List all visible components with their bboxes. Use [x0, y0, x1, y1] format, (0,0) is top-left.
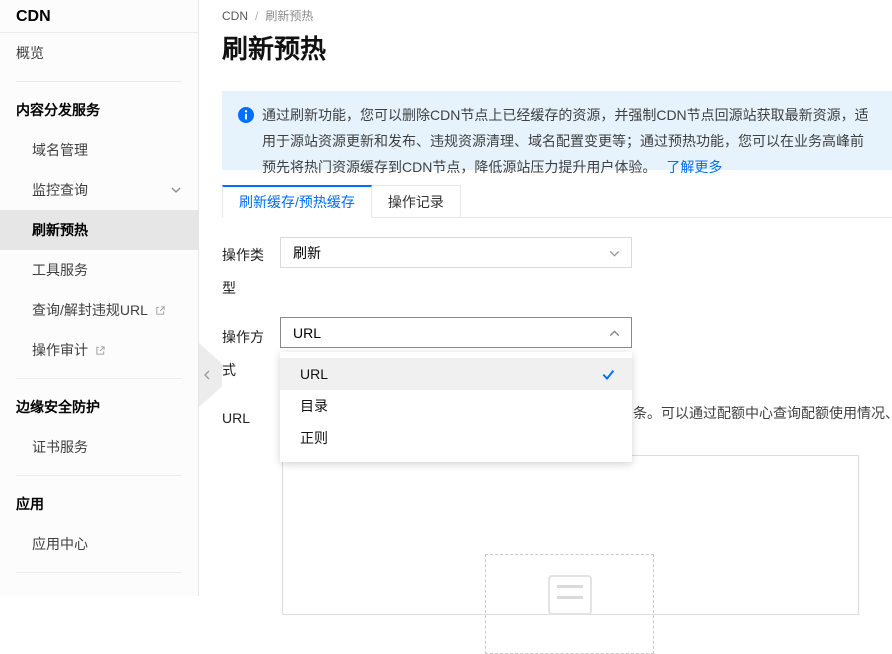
info-icon — [238, 107, 254, 123]
dropdown-option-directory[interactable]: 目录 — [280, 390, 632, 422]
sidebar-item-label: 域名管理 — [32, 140, 88, 160]
sidebar-item-label: 查询/解封违规URL — [32, 300, 148, 320]
product-title: CDN — [0, 0, 198, 33]
chevron-down-icon — [608, 247, 621, 260]
tab-label: 操作记录 — [388, 192, 444, 212]
breadcrumb-root[interactable]: CDN — [222, 9, 248, 23]
dropdown-option-regex[interactable]: 正则 — [280, 422, 632, 454]
sidebar-item-label: 刷新预热 — [32, 220, 88, 240]
sidebar-section-apps: 应用 — [0, 484, 198, 524]
learn-more-link[interactable]: 了解更多 — [666, 159, 722, 175]
dropdown-option-url[interactable]: URL — [280, 358, 632, 390]
option-label: URL — [300, 366, 328, 382]
chevron-up-icon — [608, 327, 621, 340]
option-label: 目录 — [300, 396, 328, 416]
check-icon — [601, 367, 616, 382]
external-link-icon — [95, 345, 106, 356]
operation-type-value: 刷新 — [293, 243, 321, 263]
divider — [16, 572, 182, 573]
divider — [16, 81, 182, 82]
url-textarea[interactable] — [282, 455, 859, 615]
chevron-down-icon — [170, 184, 182, 196]
breadcrumb-current: 刷新预热 — [265, 9, 313, 23]
operation-method-value: URL — [293, 325, 321, 341]
tab-refresh-prefetch-cache[interactable]: 刷新缓存/预热缓存 — [222, 185, 372, 218]
sidebar-section-edge-security: 边缘安全防护 — [0, 387, 198, 427]
tab-bar: 刷新缓存/预热缓存 操作记录 — [222, 185, 892, 218]
sidebar-item-label: 监控查询 — [32, 180, 88, 200]
sidebar-item-tool-service[interactable]: 工具服务 — [0, 250, 198, 290]
divider — [16, 475, 182, 476]
url-label: URL — [222, 402, 274, 435]
banner-text: 通过刷新功能，您可以删除CDN节点上已经缓存的资源，并强制CDN节点回源站获取最… — [262, 107, 869, 175]
tab-label: 刷新缓存/预热缓存 — [239, 192, 355, 212]
url-empty-state — [485, 554, 654, 654]
sidebar-item-monitor-query[interactable]: 监控查询 — [0, 170, 198, 210]
option-label: 正则 — [300, 428, 328, 448]
breadcrumb: CDN / 刷新预热 — [222, 7, 313, 24]
operation-type-label: 操作类型 — [222, 239, 274, 305]
sidebar-item-overview[interactable]: 概览 — [0, 33, 198, 73]
document-icon — [548, 575, 592, 615]
sidebar-item-query-unblock-url[interactable]: 查询/解封违规URL — [0, 290, 198, 330]
operation-method-label: 操作方式 — [222, 321, 274, 387]
sidebar-item-label: 应用中心 — [32, 534, 88, 554]
sidebar-item-certificate-service[interactable]: 证书服务 — [0, 427, 198, 467]
divider — [16, 378, 182, 379]
operation-method-dropdown: URL 目录 正则 — [280, 352, 632, 462]
sidebar-item-app-center[interactable]: 应用中心 — [0, 524, 198, 564]
page-title: 刷新预热 — [222, 29, 326, 66]
operation-type-select[interactable]: 刷新 — [280, 237, 632, 268]
main-content: CDN / 刷新预热 刷新预热 通过刷新功能，您可以删除CDN节点上已经缓存的资源，… — [200, 0, 892, 596]
sidebar-item-label: 概览 — [16, 43, 44, 63]
sidebar-item-label: 操作审计 — [32, 340, 88, 360]
info-banner: 通过刷新功能，您可以删除CDN节点上已经缓存的资源，并强制CDN节点回源站获取最… — [222, 91, 892, 170]
sidebar: CDN 概览 内容分发服务 域名管理 监控查询 刷新预热 工具服务 查询/解封违… — [0, 0, 199, 596]
sidebar-section-content-distribution: 内容分发服务 — [0, 90, 198, 130]
chevron-left-icon — [202, 369, 212, 381]
external-link-icon — [155, 305, 166, 316]
quota-hint-text: 条。可以通过配额中心查询配额使用情况、 — [633, 403, 892, 423]
sidebar-item-label: 工具服务 — [32, 260, 88, 280]
breadcrumb-separator: / — [255, 9, 258, 23]
sidebar-item-label: 证书服务 — [32, 437, 88, 457]
sidebar-item-domain-management[interactable]: 域名管理 — [0, 130, 198, 170]
operation-method-select[interactable]: URL — [280, 317, 632, 348]
tab-operation-records[interactable]: 操作记录 — [372, 185, 461, 217]
sidebar-item-operation-audit[interactable]: 操作审计 — [0, 330, 198, 370]
sidebar-item-refresh-prefetch[interactable]: 刷新预热 — [0, 210, 198, 250]
